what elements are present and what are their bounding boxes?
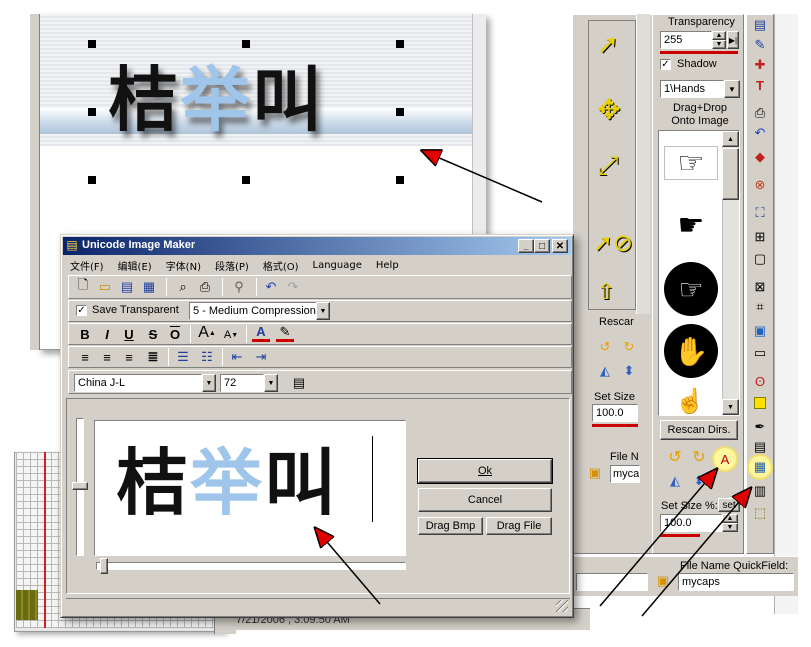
annotation-arrows <box>0 0 811 617</box>
arrow-to-editor-preview <box>316 529 381 605</box>
arrow-to-text-warning-icon <box>599 470 716 607</box>
arrow-to-image-insert-icon <box>641 489 750 617</box>
arrow-to-background-preview <box>423 151 543 203</box>
